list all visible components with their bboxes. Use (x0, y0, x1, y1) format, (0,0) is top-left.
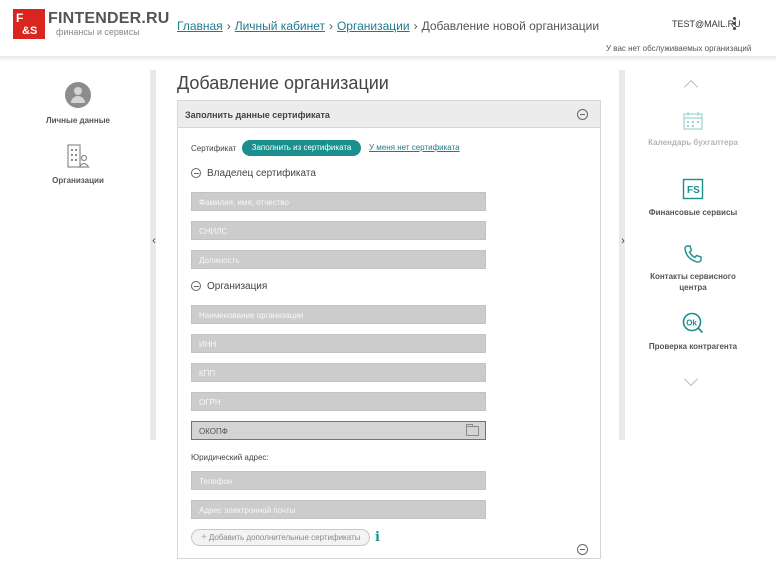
svg-text:FS: FS (687, 185, 700, 196)
position-field[interactable]: Должность (191, 250, 486, 269)
scroll-down-icon[interactable] (684, 376, 698, 390)
info-icon[interactable]: i (375, 530, 380, 545)
ok-check-icon[interactable]: Ok (682, 312, 704, 334)
sidebar-item-organizations[interactable]: Организации (28, 142, 128, 185)
collapse-bottom-icon[interactable] (577, 544, 588, 555)
organization-name-field[interactable]: Наименование организации (191, 305, 486, 324)
plus-icon: + (201, 532, 207, 543)
brand-tagline: финансы и сервисы (56, 27, 140, 37)
breadcrumb-cabinet[interactable]: Личный кабинет (235, 19, 325, 33)
collapse-owner-icon[interactable] (191, 168, 201, 178)
serviced-orgs-note: У вас нет обслуживаемых организаций (606, 44, 752, 53)
fill-from-certificate-button[interactable]: Заполнить из сертификата (242, 140, 361, 156)
sidebar-item-label: Личные данные (46, 116, 110, 125)
kpp-field[interactable]: КПП (191, 363, 486, 382)
full-name-field[interactable]: Фамилия, имя, отчество (191, 192, 486, 211)
right-collapse-bar[interactable] (619, 70, 625, 440)
brand-name[interactable]: FINTENDER.RU (48, 10, 170, 28)
scroll-up-icon[interactable] (684, 78, 698, 92)
email-field[interactable]: Адрес электронной почты (191, 500, 486, 519)
phone-icon[interactable] (682, 243, 704, 265)
certificate-label: Сертификат (191, 144, 237, 153)
sidebar-item-label: Организации (52, 176, 104, 185)
breadcrumb-home[interactable]: Главная (177, 19, 223, 33)
no-certificate-link[interactable]: У меня нет сертификата (369, 143, 460, 152)
collapse-panel-icon[interactable] (577, 109, 588, 120)
folder-icon[interactable] (466, 424, 479, 436)
svg-text:&S: &S (22, 25, 37, 37)
owner-section-title: Владелец сертификата (207, 168, 316, 179)
collapse-left-icon[interactable]: ‹ (150, 235, 158, 247)
breadcrumb-current: Добавление новой организации (421, 19, 600, 33)
organization-building-icon (65, 142, 91, 170)
user-avatar-icon (65, 82, 91, 108)
phone-field[interactable]: Телефон (191, 471, 486, 490)
svg-text:F: F (16, 11, 23, 25)
left-sidebar: Личные данные Организации (0, 62, 152, 442)
more-menu-icon[interactable] (733, 17, 737, 31)
organization-section-title: Организация (207, 281, 268, 292)
sidebar-item-counterparty-check[interactable]: Проверка контрагента (640, 341, 746, 352)
ogrn-field[interactable]: ОГРН (191, 392, 486, 411)
legal-address-label: Юридический адрес: (191, 453, 269, 462)
okopf-select[interactable]: ОКОПФ (191, 421, 486, 440)
left-collapse-bar[interactable] (150, 70, 156, 440)
breadcrumb: Главная › Личный кабинет › Организации › Добав… (177, 19, 600, 33)
app-root: F &S FINTENDER.RU финансы и сервисы Глав… (0, 0, 776, 563)
calendar-icon[interactable] (682, 110, 704, 132)
panel-header[interactable]: Заполнить данные сертификата (178, 101, 600, 128)
certificate-panel: Заполнить данные сертификата Сертификат … (177, 100, 601, 559)
finance-services-icon[interactable]: FS (682, 178, 704, 200)
sidebar-item-personal-data[interactable]: Личные данные (28, 82, 128, 125)
add-certificates-button[interactable]: + Добавить дополнительные сертификаты (191, 529, 370, 546)
top-header: F &S FINTENDER.RU финансы и сервисы Глав… (0, 0, 776, 56)
svg-text:Ok: Ok (686, 319, 697, 328)
inn-field[interactable]: ИНН (191, 334, 486, 353)
breadcrumb-organizations[interactable]: Организации (337, 19, 410, 33)
user-email[interactable]: TEST@MAIL.RU (672, 19, 741, 29)
sidebar-item-calendar[interactable]: Календарь бухгалтера (640, 137, 746, 148)
brand-logo-icon[interactable]: F &S (13, 9, 45, 39)
snils-field[interactable]: СНИЛС (191, 221, 486, 240)
panel-title: Заполнить данные сертификата (185, 110, 330, 120)
collapse-right-icon[interactable]: › (619, 235, 627, 247)
sidebar-item-service-contacts[interactable]: Контакты сервисного центра (640, 271, 746, 293)
page-title: Добавление организации (177, 73, 389, 93)
sidebar-item-finance-services[interactable]: Финансовые сервисы (640, 207, 746, 218)
collapse-organization-icon[interactable] (191, 281, 201, 291)
